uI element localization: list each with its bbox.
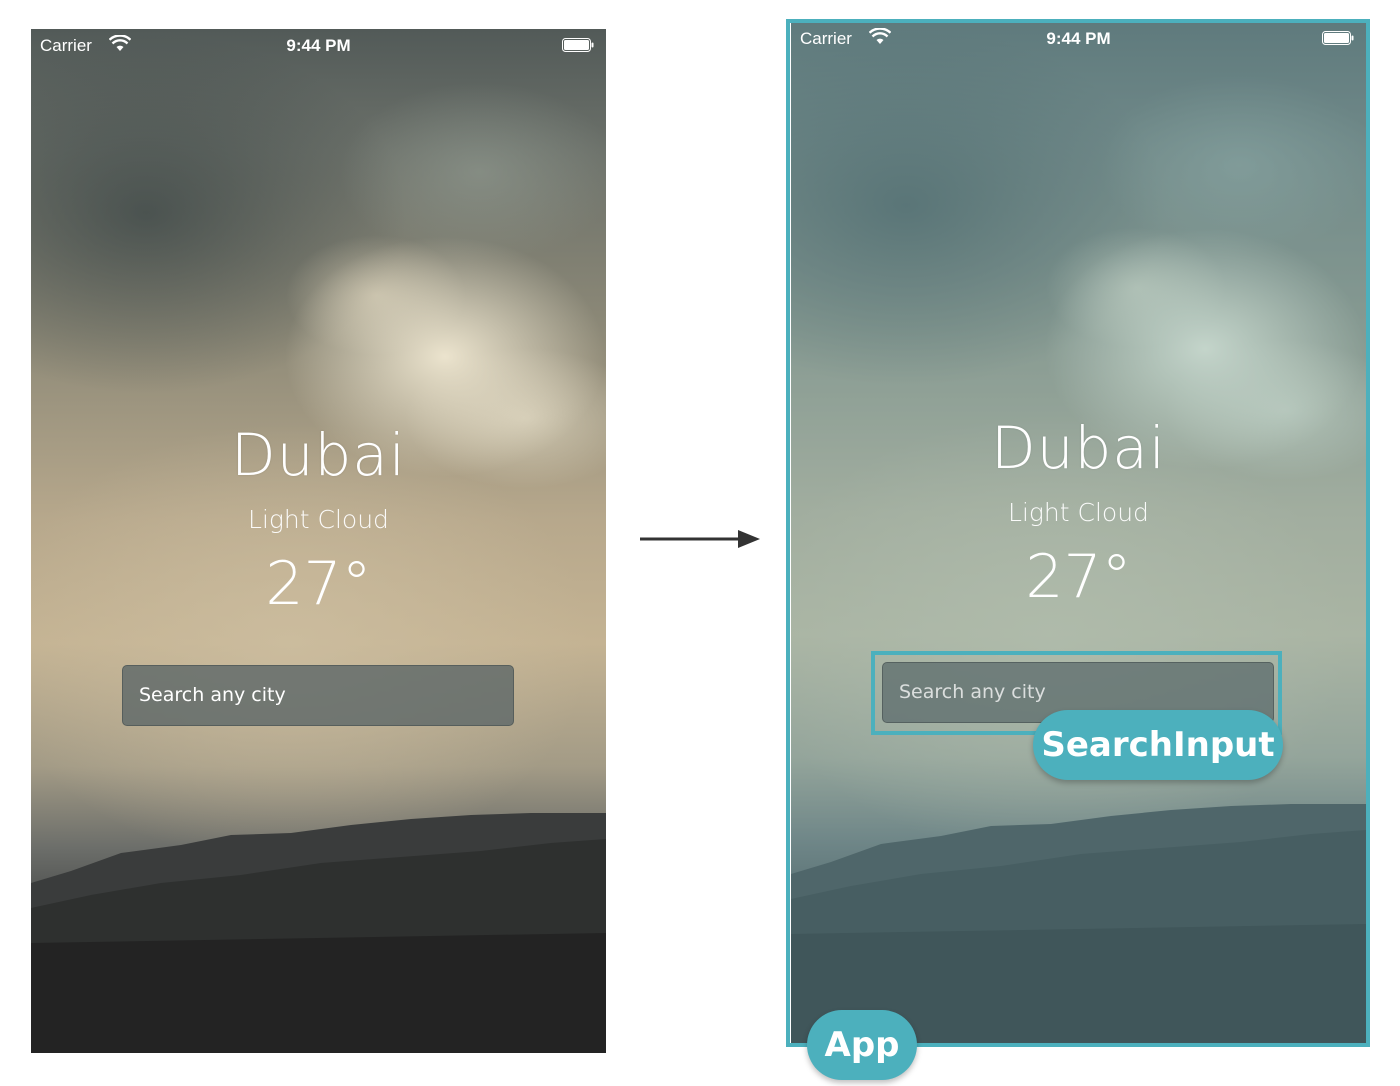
app-component-outline [786, 19, 1370, 1047]
search-input-component-badge: SearchInput [1033, 710, 1283, 780]
diagram-canvas: Carrier 9:44 PM Dubai Light Cloud 27° Se… [0, 0, 1400, 1086]
temperature: 27° [265, 549, 372, 619]
battery-icon [562, 38, 594, 52]
weather-condition: Light Cloud [248, 505, 389, 534]
city-name: Dubai [231, 421, 406, 489]
arrow-right-icon [640, 530, 760, 548]
clock-label: 9:44 PM [286, 36, 351, 55]
mountain-silhouette [31, 813, 606, 1053]
background-scene [31, 29, 606, 1053]
app-component-badge: App [807, 1010, 917, 1080]
left-phone-screen: Carrier 9:44 PM Dubai Light Cloud 27° Se… [31, 29, 606, 1053]
status-bar: Carrier 9:44 PM [31, 29, 606, 61]
search-input[interactable]: Search any city [122, 665, 514, 726]
